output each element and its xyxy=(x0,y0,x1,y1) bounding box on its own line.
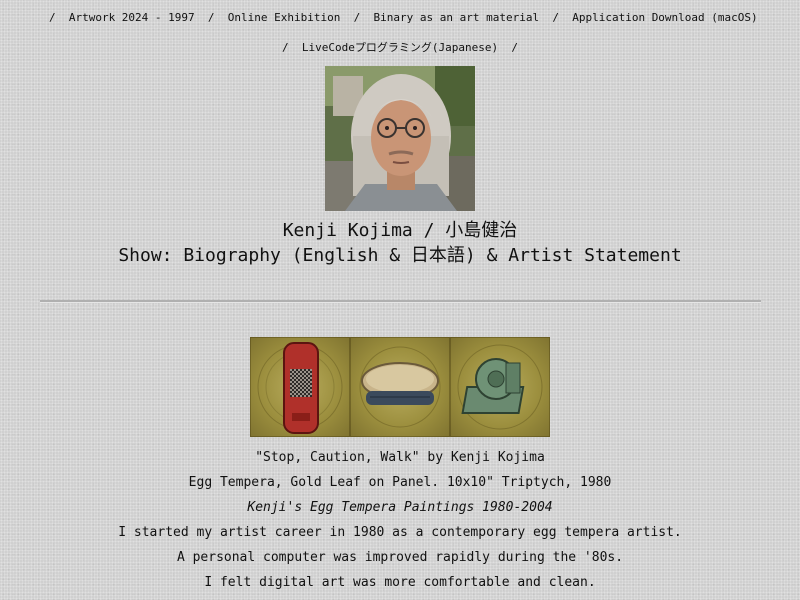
horizontal-divider xyxy=(40,300,761,303)
nav-link-online-exhibition[interactable]: Online Exhibition xyxy=(228,11,341,24)
top-nav-row-1: / Artwork 2024 - 1997 / Online Exhibitio… xyxy=(0,11,800,25)
series-line: Kenji's Egg Tempera Paintings 1980-2004 xyxy=(0,500,800,516)
statement-line: A personal computer was improved rapidly… xyxy=(176,550,624,565)
artist-portrait-photo xyxy=(325,66,475,211)
artwork-title: "Stop, Caution, Walk" by Kenji Kojima xyxy=(255,450,545,465)
show-prefix: Show: xyxy=(118,245,184,266)
artwork-medium: Egg Tempera, Gold Leaf on Panel. 10x10" … xyxy=(188,475,612,490)
nav-link-artwork[interactable]: Artwork 2024 - 1997 xyxy=(69,11,195,24)
egg-tempera-series-link[interactable]: Kenji's Egg Tempera Paintings 1980-2004 xyxy=(247,500,552,515)
artist-name-heading: Kenji Kojima / 小島健治 xyxy=(282,220,518,241)
nav-separator: / xyxy=(347,11,367,24)
red-traffic-signal-painting xyxy=(250,337,350,437)
nav-separator: / xyxy=(545,11,566,24)
nav-separator: / xyxy=(201,11,222,24)
nav-separator: / xyxy=(275,41,296,54)
nav-link-binary-art[interactable]: Binary as an art material xyxy=(374,11,540,24)
nav-link-livecode-japanese[interactable]: LiveCodeプログラミング(Japanese) xyxy=(302,41,498,54)
brush-painting xyxy=(350,337,450,437)
nav-separator: / xyxy=(42,11,63,24)
show-line: Show: Biography (English & 日本語) & Artist… xyxy=(0,244,800,268)
caster-wheel-painting xyxy=(450,337,550,437)
nav-separator: / xyxy=(504,41,525,54)
statement-line: I felt digital art was more comfortable … xyxy=(204,575,596,590)
top-nav-row-2: / LiveCodeプログラミング(Japanese) / xyxy=(0,41,800,55)
triptych-artwork-image[interactable] xyxy=(250,337,550,437)
nav-link-app-download[interactable]: Application Download (macOS) xyxy=(572,11,757,24)
biography-link[interactable]: Biography (English & 日本語) & Artist State… xyxy=(183,245,681,266)
statement-line: I started my artist career in 1980 as a … xyxy=(118,525,682,540)
